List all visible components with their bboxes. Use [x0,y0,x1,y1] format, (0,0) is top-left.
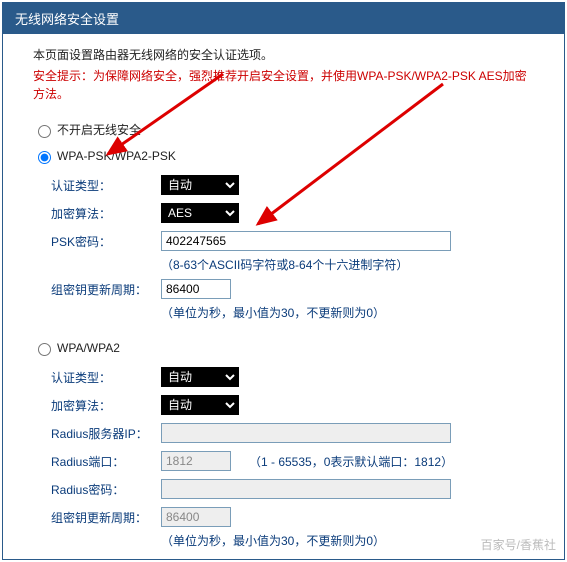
wpa-auth-label: 认证类型： [51,369,161,386]
wpapsk-auth-select[interactable]: 自动 [161,175,239,195]
content-area: 本页面设置路由器无线网络的安全认证选项。 安全提示：为保障网络安全，强烈推荐开启… [3,34,564,560]
title-bar: 无线网络安全设置 [3,3,564,34]
radio-wpapsk-label: WPA-PSK/WPA2-PSK [57,149,176,163]
radio-wpa-label: WPA/WPA2 [57,341,120,355]
radio-wpa-input[interactable] [38,343,51,356]
radio-disable-security[interactable]: 不开启无线安全 [33,121,534,138]
wpapsk-rekey-label: 组密钥更新周期： [51,281,161,298]
wpa-radius-pw-input[interactable] [161,479,451,499]
wpa-rekey-label: 组密钥更新周期： [51,509,161,526]
wpa-radius-pw-label: Radius密码： [51,481,161,498]
wpa-enc-label: 加密算法： [51,397,161,414]
radio-disable-input[interactable] [38,125,51,138]
wpapsk-rekey-hint: （单位为秒，最小值为30，不更新则为0） [161,304,534,322]
wpapsk-enc-select[interactable]: AES [161,203,239,223]
wpapsk-auth-label: 认证类型： [51,177,161,194]
wpa-radius-port-input[interactable] [161,451,231,471]
warning-text: 安全提示：为保障网络安全，强烈推荐开启安全设置，并使用WPA-PSK/WPA2-… [33,67,534,103]
radio-wpa[interactable]: WPA/WPA2 [33,340,534,356]
watermark: 百家号/香蕉社 [481,536,556,553]
radio-disable-label: 不开启无线安全 [57,121,141,138]
wpapsk-psk-label: PSK密码： [51,233,161,250]
page-title: 无线网络安全设置 [15,12,119,27]
wpapsk-psk-hint: （8-63个ASCII码字符或8-64个十六进制字符） [161,256,534,274]
window-frame: 无线网络安全设置 本页面设置路由器无线网络的安全认证选项。 安全提示：为保障网络… [2,2,565,560]
wpa-rekey-hint: （单位为秒，最小值为30，不更新则为0） [161,532,534,550]
radio-wpapsk-input[interactable] [38,151,51,164]
wpa-block: 认证类型： 自动 加密算法： 自动 Radius服务器IP： Radius端口：… [51,364,534,550]
wpapsk-psk-input[interactable] [161,231,451,251]
wpa-rekey-input[interactable] [161,507,231,527]
wpa-radius-ip-input[interactable] [161,423,451,443]
wpapsk-block: 认证类型： 自动 加密算法： AES PSK密码： （8-63个ASCII码字符… [51,172,534,322]
wpa-radius-ip-label: Radius服务器IP： [51,425,161,442]
wpa-enc-select[interactable]: 自动 [161,395,239,415]
wpa-radius-port-label: Radius端口： [51,453,161,470]
intro-text: 本页面设置路由器无线网络的安全认证选项。 [33,46,534,63]
wpapsk-enc-label: 加密算法： [51,205,161,222]
wpa-auth-select[interactable]: 自动 [161,367,239,387]
wpa-radius-port-hint: （1 - 65535，0表示默认端口：1812） [249,453,453,470]
radio-wpapsk[interactable]: WPA-PSK/WPA2-PSK [33,148,534,164]
wpapsk-rekey-input[interactable] [161,279,231,299]
